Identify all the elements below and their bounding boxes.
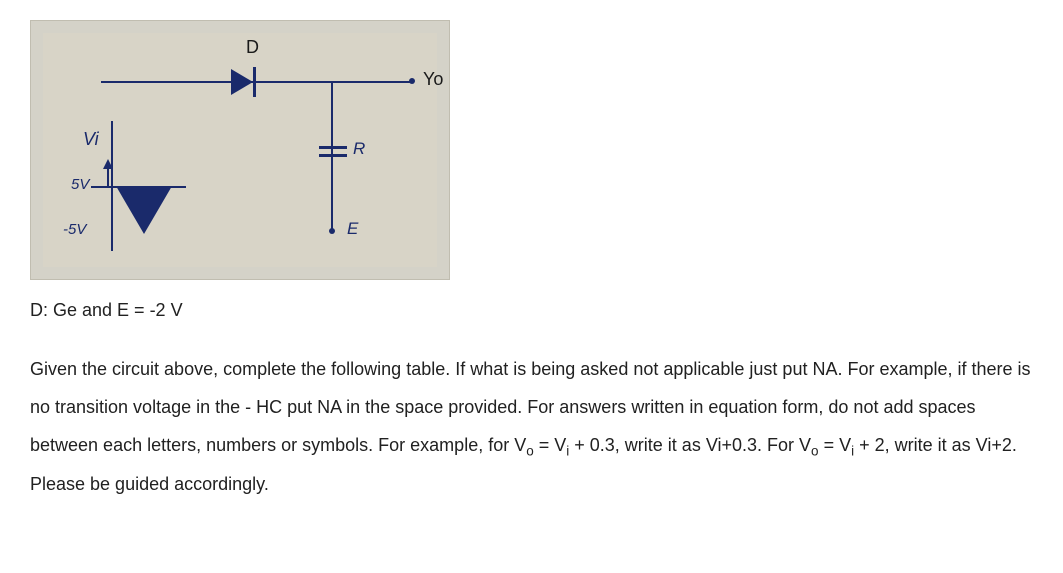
component-plate-bottom (319, 154, 347, 157)
label-yo: Yo (423, 69, 443, 90)
diode-symbol (231, 69, 271, 95)
label-d: D (246, 37, 259, 58)
instructions-paragraph: Given the circuit above, complete the fo… (30, 351, 1033, 503)
e-terminal-dot (329, 228, 335, 234)
waveform-triangle-down (116, 186, 172, 234)
instr-sub-o1: o (526, 443, 534, 458)
diode-cathode-bar (253, 67, 256, 97)
output-node-dot (409, 78, 415, 84)
label-vi: Vi (83, 129, 99, 150)
label-r: R (353, 139, 365, 159)
instr-text-3: + 0.3, write it as Vi+0.3. For V (569, 435, 811, 455)
diode-triangle (231, 69, 253, 95)
waveform-arrow-up (103, 159, 113, 169)
waveform-tick (107, 169, 109, 187)
label-neg-5v: -5V (63, 221, 86, 238)
label-e: E (347, 219, 358, 239)
label-5v: 5V (71, 176, 89, 193)
component-plate-top (319, 146, 347, 149)
instr-text-2: = V (534, 435, 567, 455)
circuit-caption: D: Ge and E = -2 V (30, 300, 1033, 321)
instr-text-4: = V (819, 435, 852, 455)
instr-sub-o2: o (811, 443, 819, 458)
circuit-diagram: D Yo Vi R 5V -5V E (30, 20, 450, 280)
